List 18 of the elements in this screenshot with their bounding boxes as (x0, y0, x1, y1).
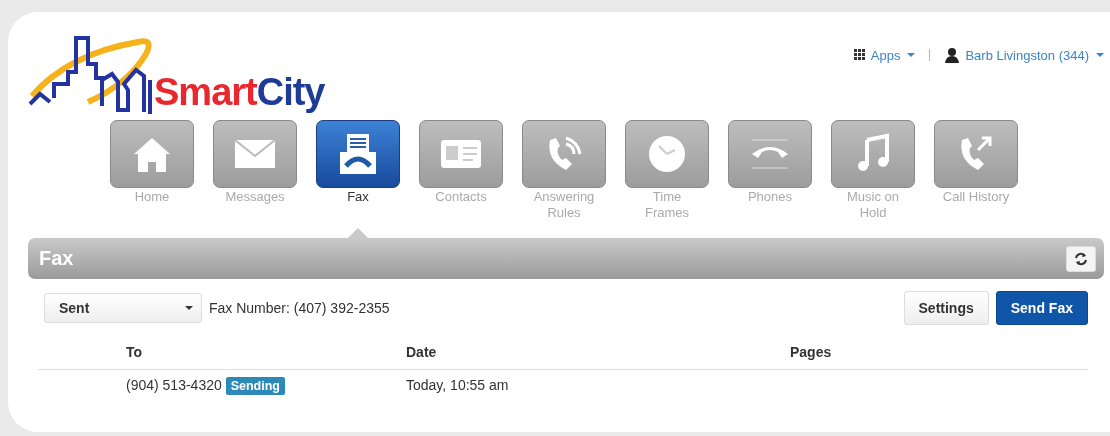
send-fax-button[interactable]: Send Fax (995, 291, 1088, 325)
user-menu[interactable]: Barb Livingston (344) (944, 47, 1104, 63)
column-header: Date (406, 344, 438, 360)
person-icon (944, 47, 961, 63)
status-badge: Sending (225, 377, 285, 395)
refresh-icon (1074, 251, 1088, 266)
fax-number: Fax Number: (407) 392-2355 (209, 300, 390, 316)
table-cell-text: Today, 10:55 am (406, 377, 510, 393)
column-header: To (126, 344, 144, 360)
apps-menu[interactable]: Apps (853, 47, 916, 63)
column-header: Pages (790, 344, 833, 360)
refresh-button[interactable] (1066, 245, 1096, 272)
table-cell: (904) 513-4320 (126, 377, 222, 393)
grid-icon (853, 49, 866, 61)
folder-select[interactable]: Sent (44, 293, 202, 323)
settings-button[interactable]: Settings (903, 291, 989, 325)
logo-text: SmartCity (154, 71, 325, 114)
panel-title: Fax (39, 247, 74, 270)
